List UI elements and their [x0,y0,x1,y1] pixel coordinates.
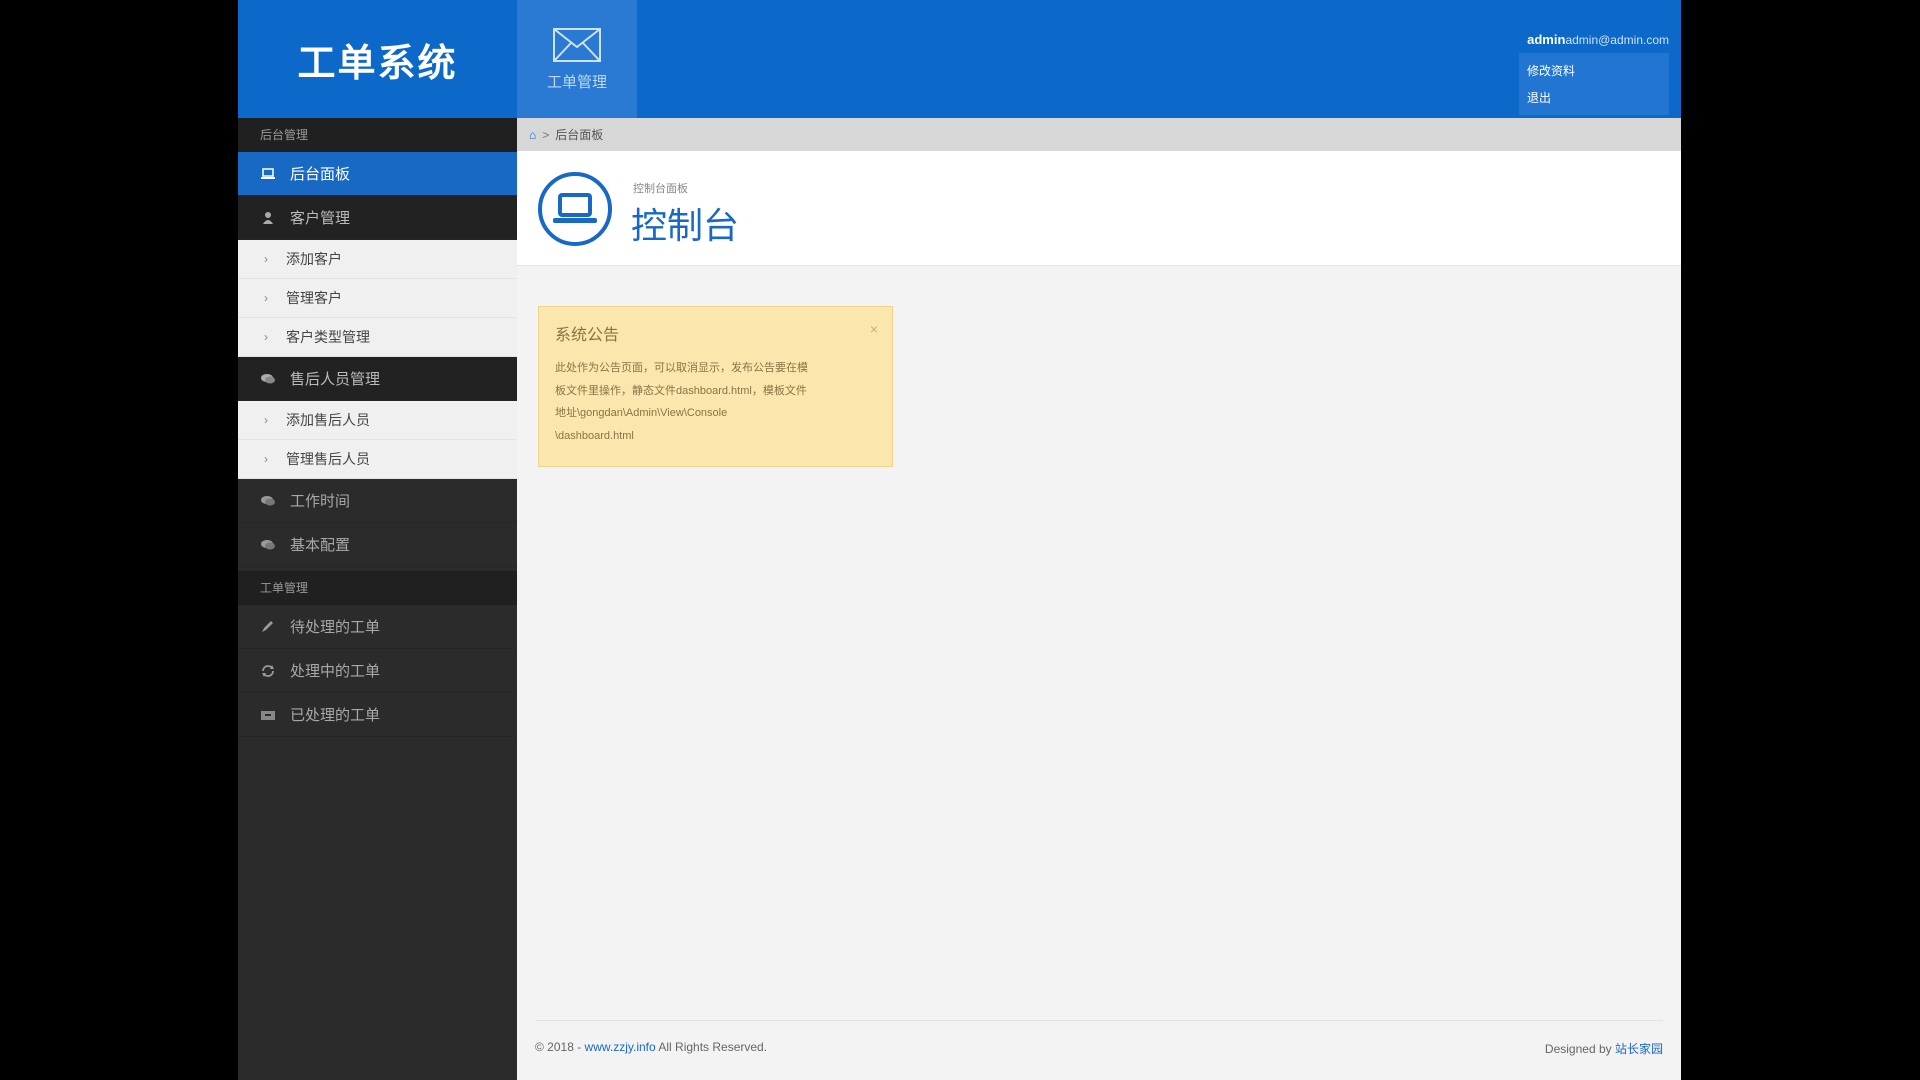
sidebar-item-label: 工作时间 [290,493,351,510]
tab-ticket-management[interactable]: 工单管理 [517,0,637,118]
subitem-label: 管理客户 [286,290,342,306]
envelope-icon [553,27,601,62]
site-link[interactable]: www.zzjy.info [585,1040,656,1054]
sidebar-subitem-manage-aftersales[interactable]: › 管理售后人员 [238,440,517,479]
laptop-icon [261,167,275,179]
footer-copyright: © 2018 - www.zzjy.info All Rights Reserv… [535,1040,767,1054]
notice-line: 地址\gongdan\Admin\View\Console [555,407,728,419]
sidebar-section-admin: 后台管理 [238,118,517,152]
sidebar: 后台管理 后台面板 客户管理 › 添加客户 › 管理客户 › 客户类型管理 售后人员管… [238,118,517,1080]
footer-designer: Designed by 站长家园 [1545,1040,1663,1057]
app-window: 工单系统 工单管理 adminadmin@admin.com 修改资料 退出 后… [238,0,1681,1080]
logout-link[interactable]: 退出 [1525,84,1663,111]
sidebar-item-label: 客户管理 [290,210,351,227]
comments-icon [261,495,275,505]
sidebar-item-label: 已处理的工单 [290,707,381,724]
archive-icon [261,710,275,720]
rights-text: All Rights Reserved. [658,1040,768,1054]
pencil-icon [262,620,273,632]
close-icon[interactable]: × [870,321,878,337]
sidebar-item-worktime[interactable]: 工作时间 [238,479,517,523]
sidebar-item-aftersales[interactable]: 售后人员管理 [238,357,517,401]
breadcrumb: ⌂ > 后台面板 [517,118,1681,151]
sidebar-subitem-manage-customer[interactable]: › 管理客户 [238,279,517,318]
comments-icon [261,539,275,549]
copyright-prefix: © 2018 - [535,1040,582,1054]
user-area: adminadmin@admin.com 修改资料 退出 [1509,32,1669,115]
sidebar-item-done-tickets[interactable]: 已处理的工单 [238,693,517,737]
comments-icon [261,373,275,383]
sidebar-item-customer[interactable]: 客户管理 [238,196,517,240]
username: admin [1527,32,1566,47]
page-subtitle: 控制台面板 [633,183,688,195]
breadcrumb-current[interactable]: 后台面板 [555,126,603,143]
sidebar-section-tickets: 工单管理 [238,571,517,605]
tab-label: 工单管理 [546,73,607,91]
brand-title[interactable]: 工单系统 [238,0,517,118]
sidebar-subitem-add-aftersales[interactable]: › 添加售后人员 [238,401,517,440]
sidebar-item-pending-tickets[interactable]: 待处理的工单 [238,605,517,649]
sidebar-item-label: 基本配置 [290,537,351,554]
top-header: 工单系统 工单管理 adminadmin@admin.com 修改资料 退出 [238,0,1681,118]
subitem-label: 添加售后人员 [286,412,370,428]
user-info[interactable]: adminadmin@admin.com [1509,32,1669,47]
chevron-right-icon: › [264,413,268,427]
user-email: admin@admin.com [1565,33,1669,47]
user-menu: 修改资料 退出 [1519,53,1669,115]
notice-body: 此处作为公告页面，可以取消显示，发布公告要在模 板文件里操作，静态文件dashb… [555,357,876,447]
sidebar-subitem-customer-types[interactable]: › 客户类型管理 [238,318,517,357]
edit-profile-link[interactable]: 修改资料 [1525,57,1663,84]
designer-link[interactable]: 站长家园 [1615,1042,1663,1056]
chevron-right-icon: › [264,330,268,344]
subitem-label: 客户类型管理 [286,329,370,345]
page-header: 控制台面板 控制台 [517,151,1681,266]
sidebar-subitem-add-customer[interactable]: › 添加客户 [238,240,517,279]
notice-line: 板文件里操作，静态文件dashboard.html，模板文件 [555,384,807,397]
sidebar-item-config[interactable]: 基本配置 [238,523,517,567]
notice-line: 此处作为公告页面，可以取消显示，发布公告要在模 [555,362,808,374]
sidebar-item-dashboard[interactable]: 后台面板 [238,152,517,196]
notice-line: \dashboard.html [555,429,634,442]
sidebar-item-label: 售后人员管理 [290,371,381,388]
notice-title: 系统公告 [555,327,620,344]
footer: © 2018 - www.zzjy.info All Rights Reserv… [517,1020,1681,1080]
chevron-right-icon: › [264,452,268,466]
system-notice: 系统公告 × 此处作为公告页面，可以取消显示，发布公告要在模 板文件里操作，静态… [538,306,893,467]
user-icon [263,211,273,224]
breadcrumb-separator: > [542,127,550,142]
laptop-circle-icon [538,172,612,246]
subitem-label: 管理售后人员 [286,451,370,467]
sidebar-item-label: 处理中的工单 [290,663,381,680]
chevron-right-icon: › [264,291,268,305]
home-icon[interactable]: ⌂ [529,128,536,142]
subitem-label: 添加客户 [286,251,342,267]
refresh-icon [262,664,274,677]
sidebar-item-label: 后台面板 [290,166,351,183]
footer-divider [535,1020,1663,1021]
sidebar-item-label: 待处理的工单 [290,619,381,636]
chevron-right-icon: › [264,252,268,266]
designed-by-label: Designed by [1544,1042,1612,1056]
page-title: 控制台 [631,206,740,247]
sidebar-item-processing-tickets[interactable]: 处理中的工单 [238,649,517,693]
